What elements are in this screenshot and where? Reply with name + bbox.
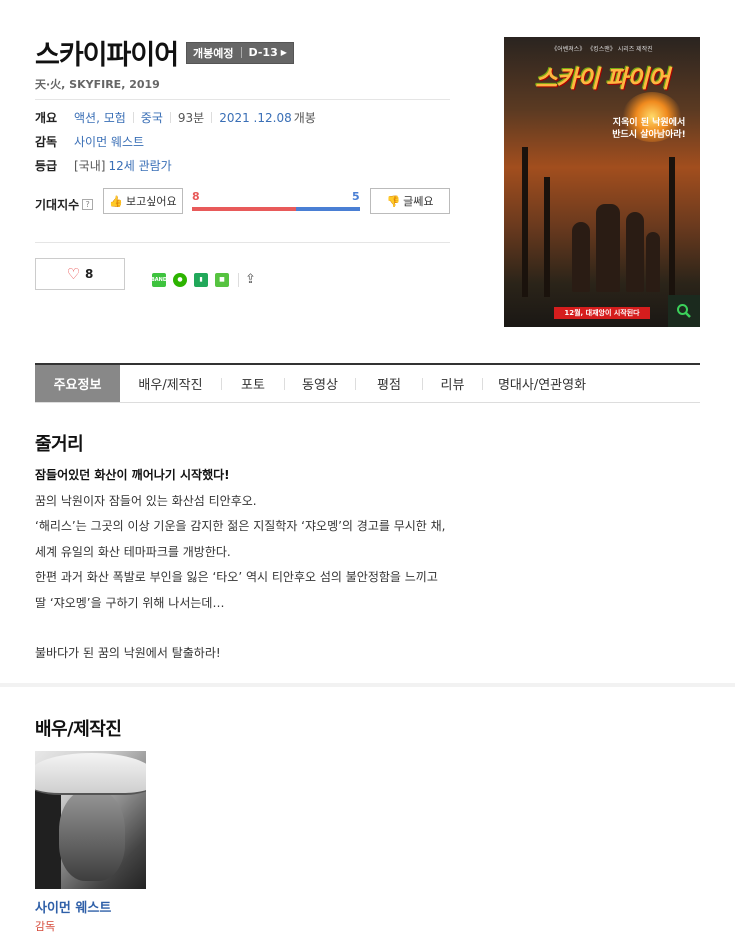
- band-share-icon[interactable]: BAND: [151, 272, 167, 287]
- cast-section-title: 배우/제작진: [35, 719, 122, 740]
- expectation-label-wrap: 기대지수 ?: [35, 196, 94, 213]
- expectation-section: 기대지수 ? 👍 보고싶어요 8 5 👎 글쎄요: [35, 187, 450, 217]
- help-icon[interactable]: ?: [82, 199, 94, 210]
- divider: [35, 242, 450, 243]
- share-bar: BAND ● ▮ ■ ⇪: [151, 272, 256, 287]
- want-count: 8: [192, 190, 200, 203]
- poster-palm: [544, 177, 550, 297]
- cast-photo[interactable]: [35, 751, 146, 889]
- thumbs-up-icon: 👍: [109, 194, 124, 208]
- tab-main-info[interactable]: 주요정보: [35, 365, 120, 402]
- blog-share-icon[interactable]: ●: [173, 272, 187, 287]
- like-button[interactable]: ♡ 8: [35, 258, 125, 290]
- rating-label: 등급: [35, 159, 58, 173]
- cafe-share-icon[interactable]: ■: [215, 272, 229, 287]
- overview-label: 개요: [35, 111, 58, 125]
- rating-link[interactable]: 12세 관람가: [108, 157, 171, 174]
- synopsis-line: ‘해리스’는 그곳의 이상 기운을 감지한 젊은 지질학자 ‘쟈오멩’의 경고를…: [35, 519, 446, 533]
- synopsis-line: 꿈의 낙원이자 잠들어 있는 화산섬 티안후오.: [35, 493, 257, 508]
- divider: [238, 272, 239, 287]
- cast-role: 감독: [35, 920, 56, 933]
- poster-tagline: 지옥이 된 낙원에서 반드시 살아남아라!: [599, 117, 699, 141]
- poster-palm: [522, 147, 528, 297]
- magnifier-icon: [677, 304, 691, 318]
- poster-release-banner: 12월, 대재앙이 시작된다: [554, 307, 650, 319]
- zoom-button[interactable]: [668, 295, 700, 327]
- rating-row: 등급 [국내] 12세 관람가: [35, 157, 172, 174]
- not-sure-button[interactable]: 👎 글쎄요: [370, 188, 450, 214]
- share-export-icon[interactable]: ⇪: [245, 272, 256, 287]
- bad-count: 5: [352, 190, 360, 203]
- synopsis-text: 잠들어있던 화산이 깨어나기 시작했다! 꿈의 낙원이자 잠들어 있는 화산섬 …: [35, 463, 485, 667]
- like-count: 8: [85, 267, 94, 281]
- director-link[interactable]: 사이먼 웨스트: [74, 133, 144, 150]
- expectation-label: 기대지수: [35, 198, 80, 212]
- poster-tagline-2: 반드시 살아남아라!: [612, 130, 686, 140]
- tab-cast[interactable]: 배우/제작진: [120, 365, 221, 402]
- poster-person: [626, 212, 644, 292]
- poster-person: [572, 222, 590, 292]
- tab-bar: 주요정보 배우/제작진 포토 동영상 평점 리뷰 명대사/연관영화: [35, 363, 700, 403]
- poster-credit: 《어벤져스》 《킹스맨》 시리즈 제작진: [551, 46, 653, 53]
- overview-row: 개요 액션, 모험 중국 93분 2021 .12.08 개봉: [35, 109, 316, 126]
- title-row: 스카이파이어 개봉예정 D-13 ▶: [35, 33, 294, 72]
- tab-quotes-related[interactable]: 명대사/연관영화: [483, 365, 601, 402]
- photo-shadow: [35, 791, 61, 889]
- synopsis-line: 세계 유일의 화산 테마파크를 개방한다.: [35, 544, 231, 559]
- badge-divider: [240, 47, 242, 58]
- tab-rating[interactable]: 평점: [356, 365, 422, 402]
- synopsis-closing: 불바다가 된 꿈의 낙원에서 탈출하라!: [35, 646, 221, 660]
- release-suffix: 개봉: [293, 111, 316, 125]
- release-status: 개봉예정: [193, 46, 234, 60]
- synopsis-line: 딸 ‘쟈오멩’을 구하기 위해 나서는데…: [35, 595, 225, 610]
- poster-figures: [564, 182, 664, 292]
- movie-title: 스카이파이어: [35, 40, 179, 71]
- poster-palm: [669, 157, 675, 297]
- release-badge[interactable]: 개봉예정 D-13 ▶: [186, 41, 294, 64]
- want-to-see-button[interactable]: 👍 보고싶어요: [103, 188, 183, 214]
- bad-label: 글쎄요: [403, 195, 434, 208]
- photo-hat: [35, 753, 146, 795]
- synopsis-title: 줄거리: [35, 434, 84, 455]
- thumbs-down-icon: 👎: [386, 194, 401, 208]
- bad-gauge-fill: [296, 207, 360, 211]
- bookmark-share-icon[interactable]: ▮: [194, 272, 208, 287]
- poster-tagline-1: 지옥이 된 낙원에서: [612, 118, 686, 128]
- heart-icon: ♡: [66, 265, 81, 283]
- divider: [169, 112, 171, 123]
- tab-photo[interactable]: 포토: [222, 365, 284, 402]
- divider: [211, 112, 213, 123]
- runtime: 93분: [177, 111, 205, 125]
- movie-poster[interactable]: 《어벤져스》 《킹스맨》 시리즈 제작진 스카이 파이어 지옥이 된 낙원에서 …: [504, 37, 700, 327]
- genre-link[interactable]: 액션, 모험: [74, 109, 126, 126]
- divider: [35, 99, 450, 100]
- rating-prefix: [국내]: [74, 159, 106, 173]
- synopsis-lead: 잠들어있던 화산이 깨어나기 시작했다!: [35, 468, 230, 482]
- synopsis-line: 한편 과거 화산 폭발로 부인을 잃은 ‘타오’ 역시 티안후오 섬의 불안정함…: [35, 570, 438, 584]
- director-row: 감독 사이먼 웨스트: [35, 133, 144, 150]
- poster-title: 스카이 파이어: [535, 65, 670, 93]
- movie-subtitle: 天·火, SKYFIRE, 2019: [35, 78, 160, 91]
- country-link[interactable]: 중국: [141, 109, 163, 126]
- cast-name-link[interactable]: 사이먼 웨스트: [35, 897, 111, 916]
- dday-label: D-13: [248, 46, 278, 59]
- divider: [132, 112, 134, 123]
- chevron-right-icon: ▶: [280, 48, 287, 57]
- want-label: 보고싶어요: [126, 195, 177, 208]
- director-label: 감독: [35, 135, 58, 149]
- release-date-link[interactable]: 2021 .12.08: [219, 111, 292, 125]
- poster-person: [646, 232, 660, 292]
- tab-review[interactable]: 리뷰: [423, 365, 482, 402]
- poster-person: [596, 204, 620, 292]
- tab-video[interactable]: 동영상: [285, 365, 355, 402]
- section-divider: [0, 683, 735, 687]
- want-gauge-fill: [192, 207, 297, 211]
- expectation-gauge: [192, 207, 360, 211]
- photo-face: [59, 789, 125, 881]
